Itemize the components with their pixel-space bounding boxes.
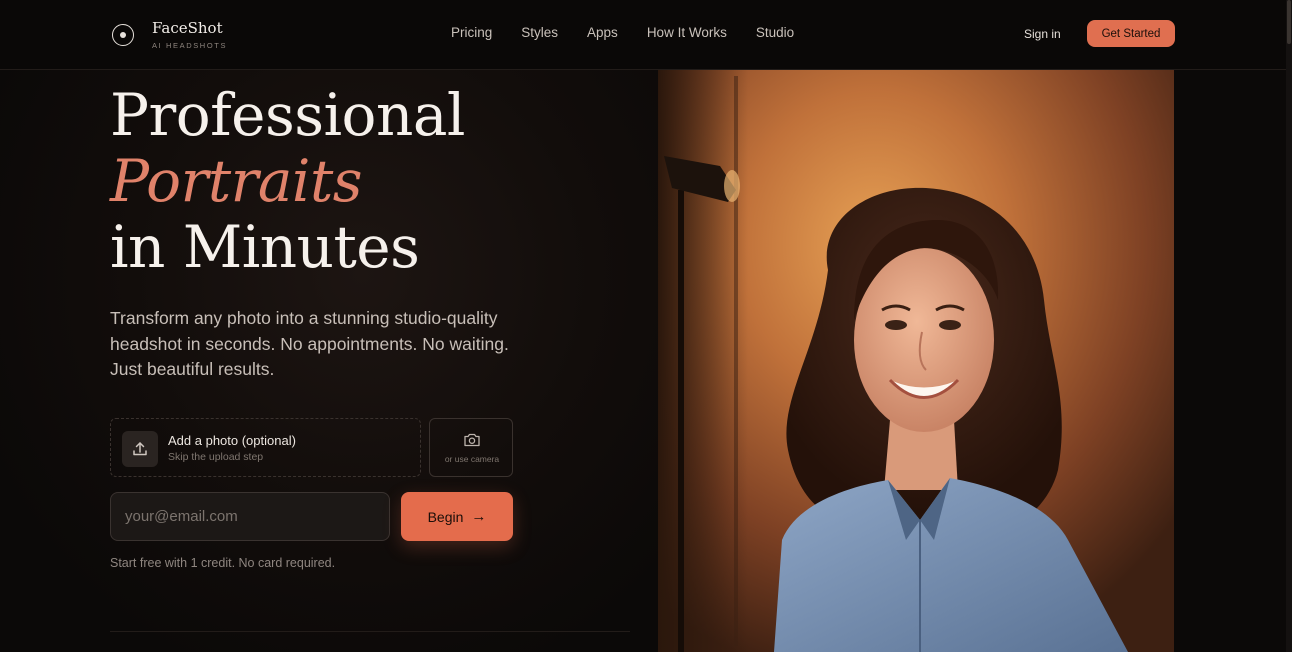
- nav-link-styles[interactable]: Styles: [521, 25, 558, 40]
- upload-subtitle: Skip the upload step: [168, 451, 264, 463]
- arrow-right-icon: →: [471, 508, 487, 525]
- camera-icon: [464, 433, 480, 447]
- brand-name: FaceShot: [152, 19, 223, 37]
- hero-lead: Transform any photo into a stunning stud…: [110, 308, 509, 379]
- get-started-button[interactable]: Get Started: [1087, 20, 1175, 47]
- page-scrollbar[interactable]: [1286, 0, 1292, 652]
- top-nav: FaceShot AI HEADSHOTS Pricing Styles App…: [0, 0, 1292, 70]
- divider: [110, 631, 630, 632]
- hero-title: Professional Portraits in Minutes: [110, 82, 465, 280]
- nav-links: Pricing Styles Apps How It Works Studio: [451, 25, 823, 40]
- hero-title-line3: in Minutes: [110, 213, 420, 281]
- nav-link-apps[interactable]: Apps: [587, 25, 618, 40]
- nav-link-pricing[interactable]: Pricing: [451, 25, 492, 40]
- brand-logo[interactable]: FaceShot AI HEADSHOTS: [112, 20, 227, 50]
- email-input[interactable]: [110, 492, 390, 541]
- hero-title-accent: Portraits: [110, 147, 363, 215]
- begin-button[interactable]: Begin →: [401, 492, 513, 541]
- page-scrollbar-thumb[interactable]: [1287, 0, 1291, 44]
- upload-icon: [122, 431, 158, 467]
- camera-button[interactable]: or use camera: [429, 418, 513, 477]
- hero-title-line1: Professional: [110, 81, 465, 149]
- camera-label: or use camera: [444, 454, 500, 464]
- nav-link-studio[interactable]: Studio: [756, 25, 794, 40]
- begin-label: Begin: [427, 508, 464, 525]
- logo-icon: [112, 24, 134, 46]
- hero-portrait-image: [658, 70, 1174, 652]
- nav-link-how-it-works[interactable]: How It Works: [647, 25, 727, 40]
- free-credit-note: Start free with 1 credit. No card requir…: [110, 556, 336, 570]
- upload-title: Add a photo (optional): [168, 433, 296, 448]
- portrait-illustration: [658, 70, 1174, 652]
- brand-tagline: AI HEADSHOTS: [152, 41, 228, 50]
- sign-in-link[interactable]: Sign in: [1024, 27, 1061, 41]
- photo-upload-dropzone[interactable]: Add a photo (optional) Skip the upload s…: [110, 418, 421, 477]
